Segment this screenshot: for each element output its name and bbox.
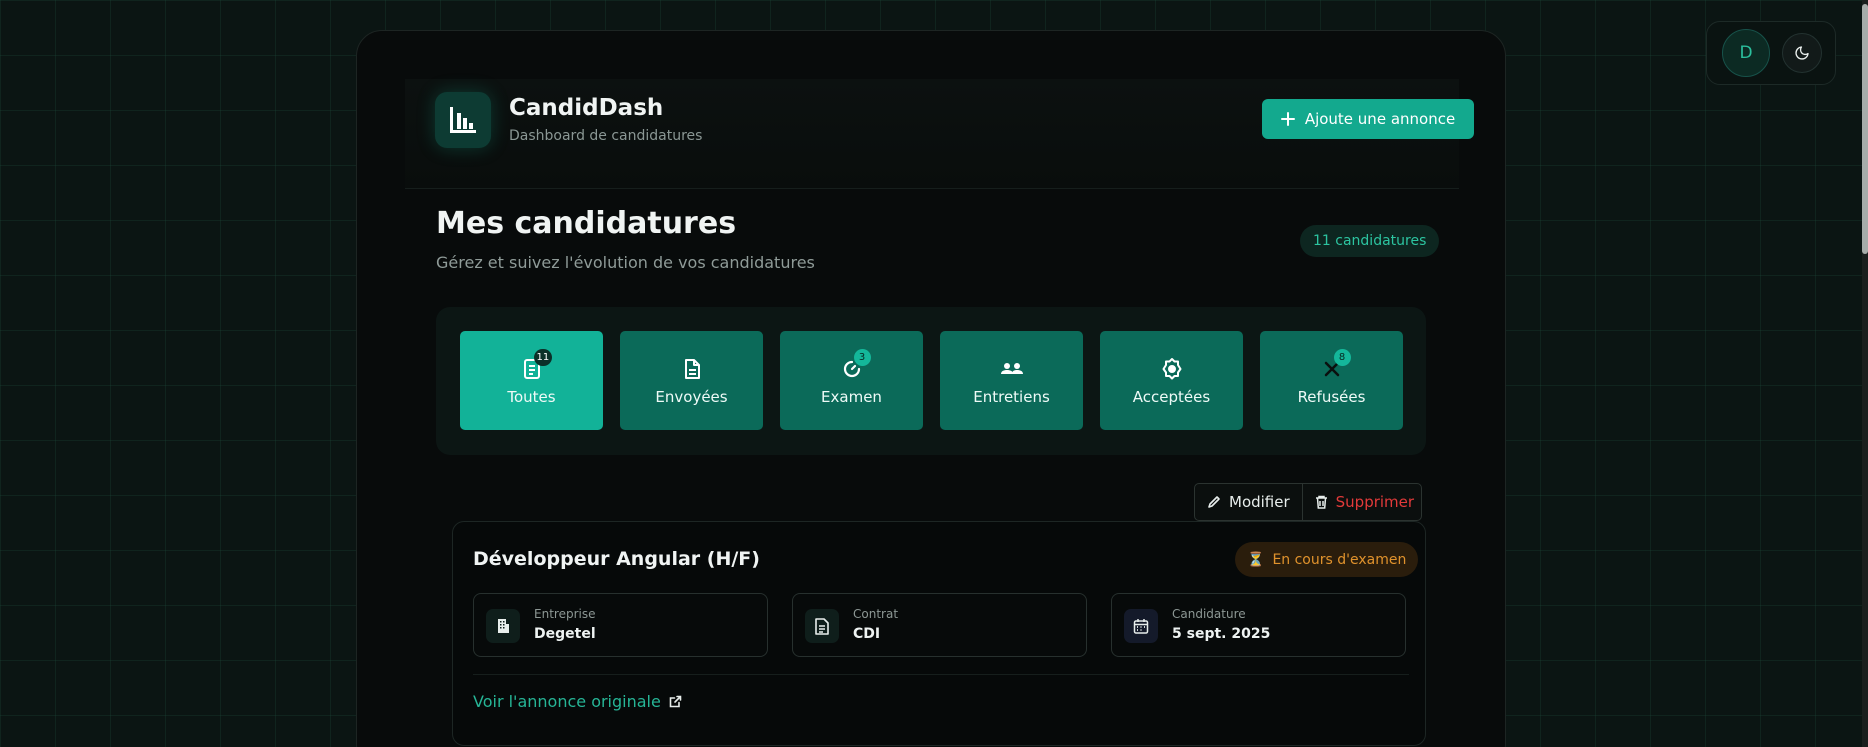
filter-label: Acceptées xyxy=(1132,388,1211,406)
edit-button[interactable]: Modifier xyxy=(1195,484,1303,520)
app-header: CandidDash Dashboard de candidatures Ajo… xyxy=(405,79,1474,189)
building-icon xyxy=(486,609,520,643)
company-label: Entreprise xyxy=(534,607,596,621)
trash-icon xyxy=(1315,495,1327,509)
filter-count-badge: 11 xyxy=(533,349,553,366)
calendar-icon xyxy=(1124,609,1158,643)
filter-acceptees[interactable]: Acceptées xyxy=(1100,331,1243,430)
plus-icon xyxy=(1280,112,1295,126)
badge-check-icon xyxy=(1162,358,1181,380)
add-listing-button[interactable]: Ajoute une annonce xyxy=(1262,99,1474,139)
filter-toutes[interactable]: 11 Toutes xyxy=(460,331,603,430)
company-value: Degetel xyxy=(534,626,596,642)
edit-label: Modifier xyxy=(1229,493,1290,511)
applied-date-field: Candidature 5 sept. 2025 xyxy=(1111,593,1406,657)
bar-chart-icon xyxy=(450,107,476,133)
filter-examen[interactable]: 3 Examen xyxy=(780,331,923,430)
user-controls: D xyxy=(1706,21,1836,85)
filter-count-badge: 8 xyxy=(1333,349,1351,366)
delete-label: Supprimer xyxy=(1335,493,1415,511)
filter-envoyees[interactable]: Envoyées xyxy=(620,331,763,430)
users-icon xyxy=(1000,363,1023,374)
job-title: Développeur Angular (H/F) xyxy=(473,548,760,570)
card-divider xyxy=(473,674,1409,675)
filter-label: Toutes xyxy=(507,388,556,406)
original-listing-label: Voir l'annonce originale xyxy=(473,692,661,711)
status-label: En cours d'examen xyxy=(1272,551,1407,568)
add-listing-label: Ajoute une annonce xyxy=(1304,110,1456,128)
page-subtitle: Gérez et suivez l'évolution de vos candi… xyxy=(436,253,815,272)
contract-value: CDI xyxy=(853,626,881,642)
app-subtitle: Dashboard de candidatures xyxy=(509,128,703,144)
pencil-icon xyxy=(1208,496,1220,508)
filter-label: Envoyées xyxy=(655,388,728,406)
page-title: Mes candidatures xyxy=(436,206,737,241)
logo xyxy=(435,92,491,148)
main-panel: CandidDash Dashboard de candidatures Ajo… xyxy=(356,30,1506,747)
contract-field: Contrat CDI xyxy=(792,593,1087,657)
filter-entretiens[interactable]: Entretiens xyxy=(940,331,1083,430)
application-card: Développeur Angular (H/F) ⏳ En cours d'e… xyxy=(452,521,1426,746)
filter-label: Examen xyxy=(821,388,882,406)
filter-label: Entretiens xyxy=(973,388,1050,406)
count-badge: 11 candidatures xyxy=(1300,225,1440,257)
original-listing-link[interactable]: Voir l'annonce originale xyxy=(473,692,682,711)
delete-button[interactable]: Supprimer xyxy=(1303,484,1426,520)
theme-toggle-button[interactable] xyxy=(1782,33,1822,73)
applied-label: Candidature xyxy=(1172,607,1246,621)
applied-value: 5 sept. 2025 xyxy=(1172,626,1271,642)
filter-label: Refusées xyxy=(1297,388,1366,406)
card-actions: Modifier Supprimer xyxy=(1194,483,1422,521)
contract-label: Contrat xyxy=(853,607,899,621)
filter-refusees[interactable]: 8 Refusées xyxy=(1260,331,1403,430)
file-icon xyxy=(684,359,700,379)
external-link-icon xyxy=(669,695,682,708)
scrollbar-thumb[interactable] xyxy=(1862,4,1868,254)
hourglass-icon: ⏳ xyxy=(1247,551,1265,568)
moon-icon xyxy=(1795,46,1809,60)
avatar[interactable]: D xyxy=(1722,29,1770,77)
contract-icon xyxy=(805,609,839,643)
filter-count-badge: 3 xyxy=(853,349,871,366)
app-title: CandidDash xyxy=(509,95,664,121)
status-filters: 11 Toutes Envoyées 3 Examen Entretiens A… xyxy=(436,307,1426,455)
status-badge: ⏳ En cours d'examen xyxy=(1235,542,1419,577)
company-field: Entreprise Degetel xyxy=(473,593,768,657)
